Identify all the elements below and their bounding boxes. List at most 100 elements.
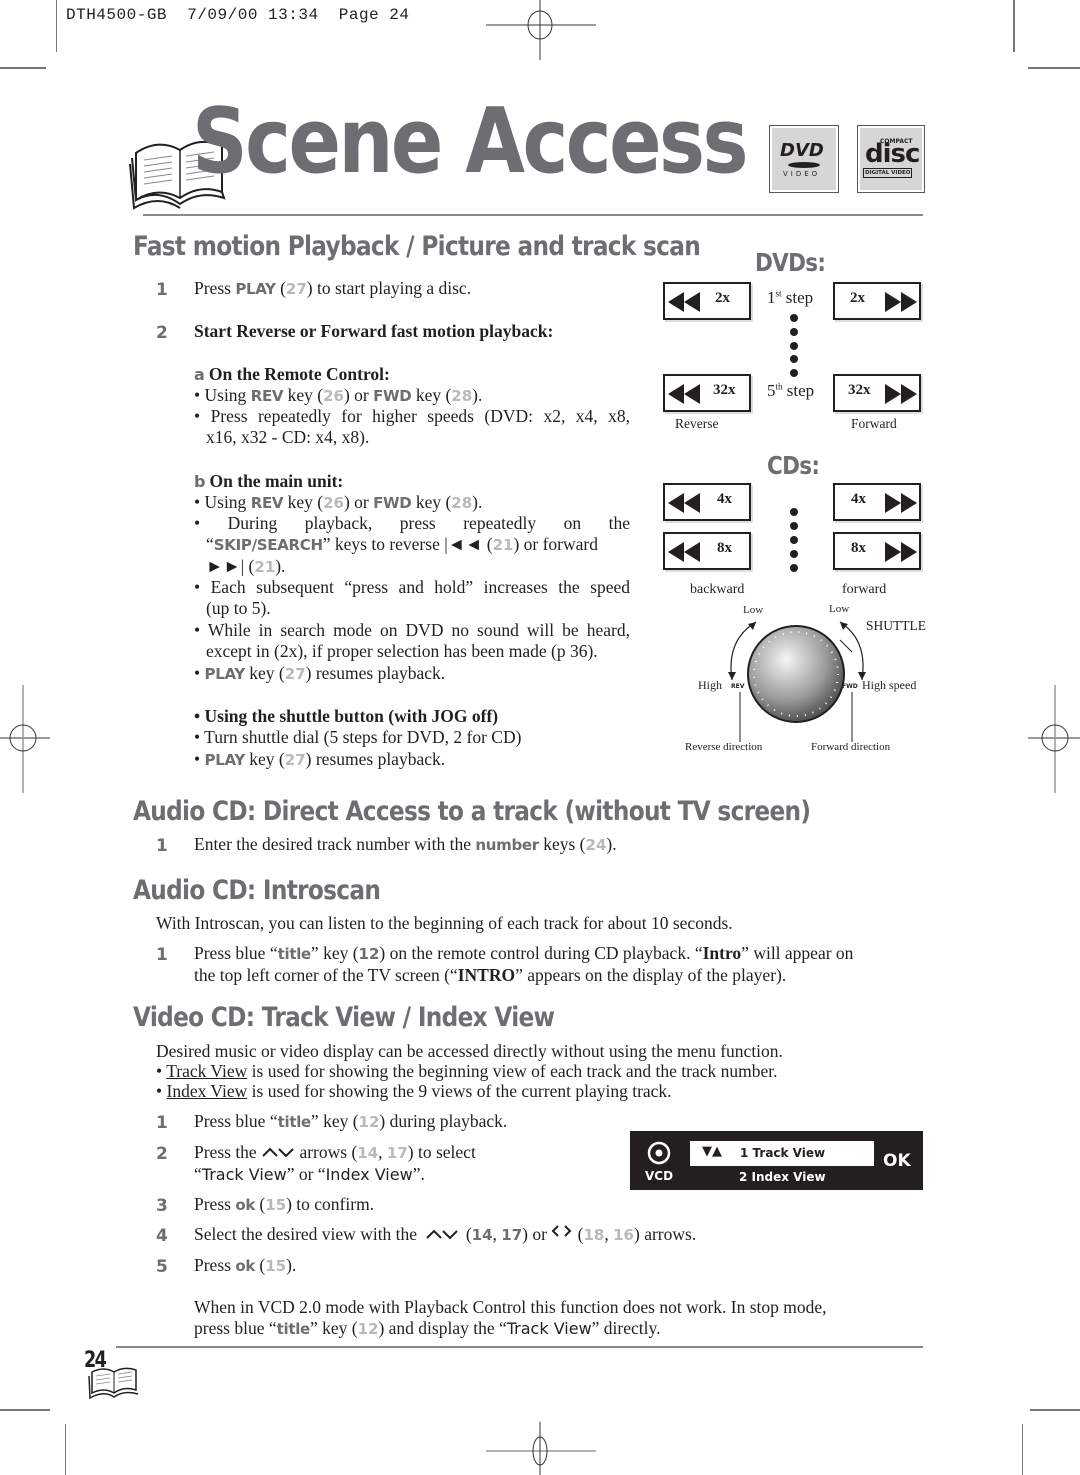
print-slug: DTH4500-GB 7/09/00 13:34 Page 24: [66, 6, 410, 24]
crop-mark: [1030, 1409, 1080, 1411]
osd-item-index-view[interactable]: 2 Index View: [739, 1170, 826, 1184]
step-number: 1: [156, 836, 168, 856]
disc-icon: [647, 1141, 671, 1165]
rewind-icon: [668, 542, 700, 562]
crop-mark: [0, 67, 46, 69]
step-text: Press blue “title” key (12) during playb…: [194, 1111, 508, 1131]
speed-label: 4x: [851, 491, 866, 507]
crop-mark: [65, 1424, 66, 1475]
speed-label: 32x: [848, 382, 871, 398]
step-dot: [790, 355, 798, 363]
step-5-label: 5th step: [767, 381, 815, 400]
cd-logo-digital-video: DIGITAL VIDEO: [863, 168, 913, 178]
bullet: • During playback, press repeatedly on t…: [194, 513, 630, 576]
step-dot: [790, 550, 798, 558]
step-dot: [790, 522, 798, 530]
step-text: Select the desired view with the (14, 17…: [194, 1224, 697, 1244]
page-title: Scene Access: [192, 92, 749, 192]
step-number: 3: [156, 1196, 168, 1216]
step-dot: [790, 314, 798, 322]
note-text: When in VCD 2.0 mode with Playback Contr…: [194, 1297, 827, 1338]
step-dot: [790, 564, 798, 572]
dvd-forward-32x-box: 32x: [833, 374, 921, 412]
left-right-arrows-icon: [551, 1225, 572, 1237]
bullet: • Index View is used for showing the 9 v…: [156, 1081, 672, 1101]
registration-mark-top: [486, 0, 596, 60]
bullet: • Press repeatedly for higher speeds (DV…: [194, 406, 630, 447]
shuttle-knob: [747, 625, 845, 723]
crop-mark: [1013, 0, 1015, 52]
vcd-osd-panel: VCD ▼▲ 1 Track View 2 Index View OK: [630, 1131, 923, 1190]
crop-mark: [1028, 67, 1080, 69]
fast-forward-icon: [885, 384, 917, 404]
dvd-reverse-32x-box: 32x: [663, 374, 751, 412]
step-dot: [790, 328, 798, 336]
crop-mark: [56, 0, 57, 52]
crop-mark: [1022, 1424, 1023, 1475]
rewind-icon: [668, 384, 700, 404]
reverse-direction-label: Reverse direction: [685, 741, 763, 753]
step-text: Enter the desired track number with the …: [194, 834, 617, 854]
dvd-video-logo: DVD VIDEO: [769, 125, 839, 193]
key-ref: 27: [285, 280, 307, 298]
rev-label: REV: [731, 683, 745, 690]
dvd-forward-2x-box: 2x: [833, 282, 921, 320]
step-number: 2: [156, 323, 168, 343]
cd-reverse-8x-box: 8x: [663, 532, 751, 570]
low-left-label: Low: [743, 604, 764, 616]
dvd-logo-text: DVD: [780, 140, 824, 161]
speed-label: 2x: [715, 290, 730, 306]
header-divider: [143, 214, 923, 216]
vcd-label: VCD: [645, 1169, 674, 1183]
high-label: High: [698, 678, 722, 692]
crop-mark: [0, 1409, 50, 1411]
step-number: 1: [156, 945, 168, 965]
shuttle-label: SHUTTLE: [866, 618, 926, 633]
rewind-icon: [668, 493, 700, 513]
compact-disc-logo: COMPACT disc DIGITAL VIDEO: [857, 125, 925, 193]
speed-label: 2x: [850, 290, 865, 306]
track-view-term: Track View: [166, 1061, 248, 1081]
step-dot: [790, 508, 798, 516]
registration-mark-right: [1028, 685, 1080, 793]
step-text: Press the arrows (14, 17) to select “Tra…: [194, 1142, 476, 1184]
registration-mark-bottom: [486, 1422, 596, 1475]
bullet: • Each subsequent “press and hold” incre…: [194, 577, 630, 618]
bullet: • Using REV key (26) or FWD key (28).: [194, 492, 483, 512]
footer-divider: [116, 1346, 923, 1348]
speed-label: 8x: [851, 540, 866, 556]
intro-text: Desired music or video display can be ac…: [156, 1041, 783, 1061]
dvds-heading: DVDs:: [755, 248, 826, 277]
step-text: Press blue “title” key (12) on the remot…: [194, 943, 854, 985]
step-number: 1: [156, 1113, 168, 1133]
cd-logo-disc: disc: [865, 139, 920, 169]
step-text: Start Reverse or Forward fast motion pla…: [194, 321, 554, 341]
section-heading-direct-access: Audio CD: Direct Access to a track (with…: [133, 796, 811, 827]
low-right-label: Low: [829, 603, 850, 615]
step-dot: [790, 342, 798, 350]
reverse-label: Reverse: [675, 416, 719, 431]
forward-direction-label: Forward direction: [811, 741, 891, 753]
subheading-main-unit: b On the main unit:: [194, 471, 344, 491]
step-number: 1: [156, 280, 168, 300]
step-1-label: 1st step: [767, 288, 814, 307]
bullet: • Track View is used for showing the beg…: [156, 1061, 778, 1081]
index-view-term: Index View: [166, 1081, 248, 1101]
bullet: • Turn shuttle dial (5 steps for DVD, 2 …: [194, 727, 522, 747]
cd-forward-4x-box: 4x: [833, 483, 921, 521]
high-speed-label: High speed: [862, 678, 917, 692]
subheading-remote: a On the Remote Control:: [194, 364, 390, 384]
step-dot: [790, 369, 798, 377]
section-heading-video-cd: Video CD: Track View / Index View: [133, 1002, 555, 1033]
fast-forward-icon: [885, 542, 917, 562]
backward-label: backward: [690, 582, 745, 597]
up-down-arrows-icon: [426, 1229, 459, 1240]
step-text: Press ok (15) to confirm.: [194, 1194, 375, 1214]
forward-lc-label: forward: [842, 582, 887, 597]
speed-label: 8x: [717, 540, 732, 556]
rewind-icon: [668, 292, 700, 312]
forward-label: Forward: [851, 416, 897, 431]
osd-selected-item[interactable]: ▼▲ 1 Track View: [690, 1141, 874, 1166]
step-number: 4: [156, 1226, 168, 1246]
registration-mark-left: [0, 685, 50, 793]
